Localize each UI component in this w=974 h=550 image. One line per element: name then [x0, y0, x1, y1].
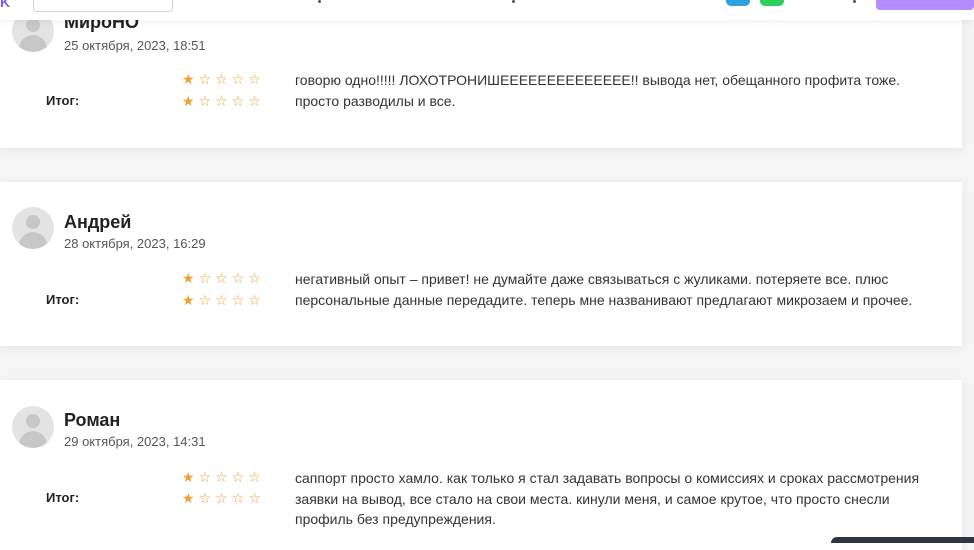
criteria-rating: ★☆☆☆☆: [182, 470, 265, 484]
star-filled-icon: ★: [182, 490, 199, 506]
star-filled-icon: ★: [182, 469, 199, 485]
star-filled-icon: ★: [182, 270, 199, 286]
summary-rating: ★☆☆☆☆: [182, 94, 265, 108]
star-filled-icon: ★: [182, 292, 199, 308]
avatar: [12, 207, 54, 249]
review-date: 29 октября, 2023, 14:31: [64, 434, 206, 449]
star-outline-icon: ☆☆☆☆: [198, 469, 265, 485]
criteria-rating: ★☆☆☆☆: [182, 271, 265, 285]
star-outline-icon: ☆☆☆☆: [198, 292, 265, 308]
review-card: МироНО 25 октября, 2023, 18:51 ★☆☆☆☆ Ито…: [0, 0, 962, 148]
star-filled-icon: ★: [182, 71, 199, 87]
review-text: саппорт просто хамло. как только я стал …: [295, 470, 920, 527]
review-date: 28 октября, 2023, 16:29: [64, 236, 206, 251]
review-card: Роман 29 октября, 2023, 14:31 ★☆☆☆☆ Итог…: [0, 380, 962, 550]
logo-fragment[interactable]: K: [0, 0, 10, 10]
review-date: 25 октября, 2023, 18:51: [64, 38, 206, 53]
star-outline-icon: ☆☆☆☆: [198, 71, 265, 87]
criteria-rating: ★☆☆☆☆: [182, 72, 265, 86]
summary-label: Итог:: [46, 490, 80, 505]
whatsapp-icon[interactable]: [760, 0, 784, 6]
review-author: Роман: [64, 410, 121, 430]
star-outline-icon: ☆☆☆☆: [198, 490, 265, 506]
star-filled-icon: ★: [182, 93, 199, 109]
star-outline-icon: ☆☆☆☆: [198, 270, 265, 286]
review-text: негативный опыт – привет! не думайте даж…: [295, 271, 913, 308]
site-header: K: [0, 0, 974, 20]
chat-widget-button[interactable]: [831, 537, 974, 543]
star-outline-icon: ☆☆☆☆: [198, 93, 265, 109]
telegram-icon[interactable]: [726, 0, 750, 6]
search-input[interactable]: [33, 0, 173, 12]
review-author: Андрей: [64, 212, 132, 232]
header-action-button[interactable]: [876, 0, 974, 10]
summary-label: Итог:: [46, 93, 80, 108]
summary-rating: ★☆☆☆☆: [182, 293, 265, 307]
summary-label: Итог:: [46, 292, 80, 307]
review-card: Андрей 28 октября, 2023, 16:29 ★☆☆☆☆ Ито…: [0, 182, 962, 346]
avatar: [12, 406, 54, 448]
summary-rating: ★☆☆☆☆: [182, 491, 265, 505]
review-text: говорю одно!!!!! ЛОХОТРОНИШЕЕЕЕЕЕЕЕЕЕЕЕЕ…: [295, 72, 901, 109]
